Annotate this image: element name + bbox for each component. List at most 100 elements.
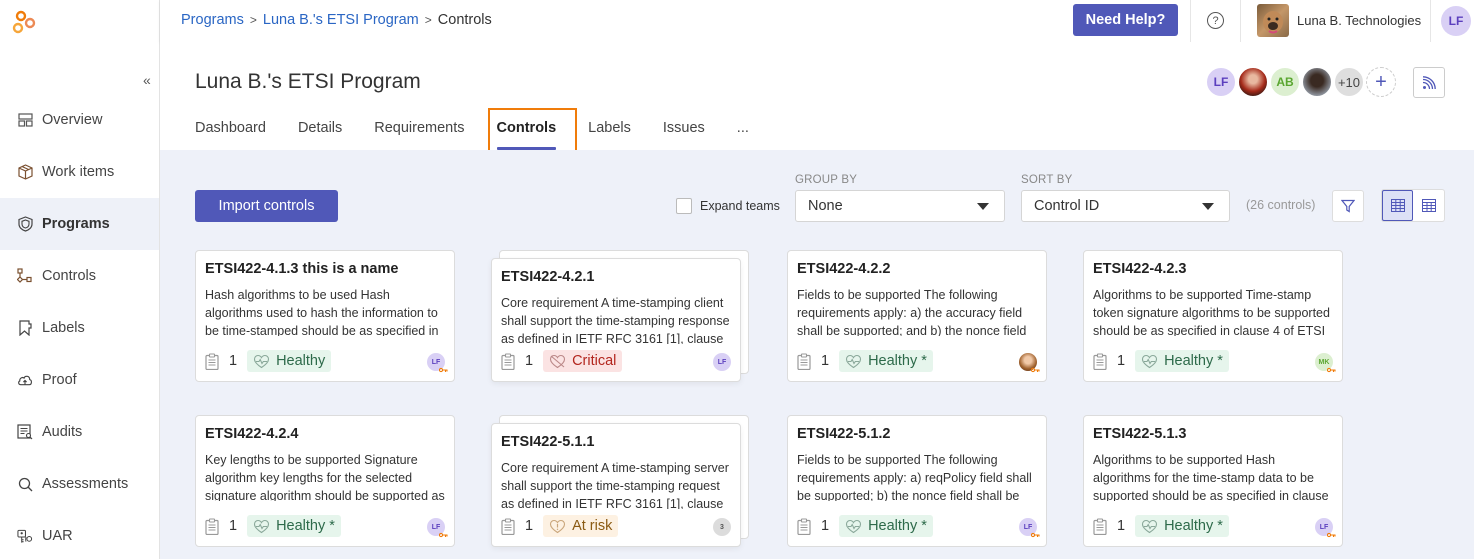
- control-id: ETSI422-5.1.3: [1093, 426, 1187, 442]
- owner-avatar[interactable]: LF: [427, 518, 448, 538]
- control-card[interactable]: ETSI422-4.1.3 this is a name Hash algori…: [195, 250, 455, 382]
- sidebar-item-labels[interactable]: Labels: [0, 302, 159, 354]
- owner-initials: LF: [431, 358, 441, 366]
- control-card[interactable]: ETSI422-4.2.3 Algorithms to be supported…: [1083, 250, 1343, 382]
- owner-avatar[interactable]: LF: [713, 353, 731, 371]
- app-logo-icon[interactable]: [11, 9, 39, 37]
- control-card-body[interactable]: ETSI422-4.2.2 Fields to be supported The…: [787, 250, 1047, 382]
- sidebar-item-proof[interactable]: Proof: [0, 354, 159, 406]
- import-controls-button[interactable]: Import controls: [195, 190, 338, 222]
- tab-controls[interactable]: Controls: [496, 120, 556, 150]
- breadcrumb-programs[interactable]: Programs: [181, 12, 244, 28]
- control-card-body[interactable]: ETSI422-5.1.1 Core requirement A time-st…: [491, 423, 741, 547]
- sort-by-select[interactable]: Control ID: [1021, 190, 1230, 222]
- owner-avatar[interactable]: LF: [427, 353, 448, 373]
- owner-avatar[interactable]: 3: [713, 518, 731, 536]
- clipboard-icon: [1093, 352, 1107, 370]
- owner-initials: LF: [431, 523, 441, 531]
- shield-icon: [17, 216, 33, 232]
- owner-avatar[interactable]: [1019, 353, 1040, 373]
- sidebar-item-work-items[interactable]: Work items: [0, 146, 159, 198]
- divider: [1240, 0, 1241, 42]
- member-avatar-photo[interactable]: [1302, 67, 1332, 97]
- control-id: ETSI422-4.2.3: [1093, 261, 1187, 277]
- status-badge: Healthy *: [1135, 515, 1229, 537]
- sort-by-label: SORT BY: [1021, 174, 1073, 186]
- org-name[interactable]: Luna B. Technologies: [1297, 13, 1421, 28]
- owner-avatar[interactable]: LF: [1315, 518, 1336, 538]
- sidebar-item-uar[interactable]: UAR: [0, 510, 159, 559]
- member-avatar[interactable]: AB: [1270, 67, 1300, 97]
- card-view-button[interactable]: [1382, 190, 1413, 221]
- control-card[interactable]: ETSI422-5.1.1 Core requirement A time-st…: [491, 415, 751, 547]
- breadcrumb: Programs > Luna B.'s ETSI Program > Controls: [181, 12, 492, 28]
- key-access-icon: [17, 528, 33, 544]
- member-avatar-photo[interactable]: [1238, 67, 1268, 97]
- control-card[interactable]: ETSI422-4.2.2 Fields to be supported The…: [787, 250, 1047, 382]
- sidebar-item-overview[interactable]: Overview: [0, 94, 159, 146]
- feed-button[interactable]: [1413, 67, 1445, 98]
- expand-teams-toggle[interactable]: Expand teams: [676, 198, 780, 214]
- owner-avatar[interactable]: LF: [1019, 518, 1040, 538]
- tab-more[interactable]: ...: [737, 120, 749, 150]
- status-badge: Healthy *: [1135, 350, 1229, 372]
- sidebar-nav: Overview Work items Programs Controls La…: [0, 94, 159, 559]
- control-card-body[interactable]: ETSI422-5.1.3 Algorithms to be supported…: [1083, 415, 1343, 547]
- clipboard-icon: [501, 352, 515, 370]
- key-icon: [1327, 367, 1336, 373]
- user-avatar[interactable]: LF: [1441, 6, 1471, 36]
- clipboard-icon: [501, 517, 515, 535]
- status-badge: Healthy *: [839, 515, 933, 537]
- tab-details[interactable]: Details: [298, 120, 342, 150]
- add-member-button[interactable]: +: [1366, 67, 1396, 97]
- bookmark-icon: [17, 320, 33, 336]
- control-card-body[interactable]: ETSI422-4.1.3 this is a name Hash algori…: [195, 250, 455, 382]
- sidebar-item-assessments[interactable]: Assessments: [0, 458, 159, 510]
- control-card-body[interactable]: ETSI422-5.1.2 Fields to be supported The…: [787, 415, 1047, 547]
- page-title: Luna B.'s ETSI Program: [195, 70, 421, 93]
- group-by-select[interactable]: None: [795, 190, 1005, 222]
- expand-teams-label: Expand teams: [700, 199, 780, 213]
- key-icon: [1031, 532, 1040, 538]
- more-members-button[interactable]: +10: [1334, 67, 1364, 97]
- expand-teams-checkbox[interactable]: [676, 198, 692, 214]
- tab-issues[interactable]: Issues: [663, 120, 705, 150]
- control-card-body[interactable]: ETSI422-4.2.1 Core requirement A time-st…: [491, 258, 741, 382]
- collapse-sidebar-icon[interactable]: «: [143, 72, 151, 88]
- control-card[interactable]: ETSI422-5.1.3 Algorithms to be supported…: [1083, 415, 1343, 547]
- clipboard-icon: [1093, 517, 1107, 535]
- sidebar-item-label: UAR: [42, 528, 73, 544]
- sidebar-item-audits[interactable]: Audits: [0, 406, 159, 458]
- control-card-body[interactable]: ETSI422-4.2.4 Key lengths to be supporte…: [195, 415, 455, 547]
- control-id: ETSI422-5.1.1: [501, 434, 595, 450]
- help-question-icon[interactable]: ?: [1207, 12, 1224, 29]
- table-view-button[interactable]: [1413, 190, 1444, 221]
- tab-dashboard[interactable]: Dashboard: [195, 120, 266, 150]
- sidebar-item-controls[interactable]: Controls: [0, 250, 159, 302]
- clipboard-icon: [205, 517, 219, 535]
- owner-avatar[interactable]: MK: [1315, 353, 1336, 373]
- member-avatar[interactable]: LF: [1206, 67, 1236, 97]
- evidence-count: 1: [229, 353, 238, 369]
- control-card[interactable]: ETSI422-4.2.4 Key lengths to be supporte…: [195, 415, 455, 547]
- need-help-button[interactable]: Need Help?: [1073, 4, 1178, 36]
- org-avatar[interactable]: [1257, 4, 1289, 37]
- key-icon: [1031, 367, 1040, 373]
- breadcrumb-program[interactable]: Luna B.'s ETSI Program: [263, 12, 419, 28]
- control-card[interactable]: ETSI422-5.1.2 Fields to be supported The…: [787, 415, 1047, 547]
- sidebar-item-label: Work items: [42, 164, 115, 180]
- tab-labels[interactable]: Labels: [588, 120, 631, 150]
- control-card[interactable]: ETSI422-4.2.1 Core requirement A time-st…: [491, 250, 751, 382]
- divider: [1430, 0, 1431, 42]
- status-label: Critical: [572, 353, 617, 369]
- control-description: Core requirement A time-stamping client …: [501, 296, 730, 344]
- group-by-value: None: [808, 198, 843, 214]
- heartbeat-icon: [254, 354, 270, 368]
- tab-requirements[interactable]: Requirements: [374, 120, 464, 150]
- control-id: ETSI422-4.2.2: [797, 261, 891, 277]
- control-card-body[interactable]: ETSI422-4.2.3 Algorithms to be supported…: [1083, 250, 1343, 382]
- program-tabs: Dashboard Details Requirements Controls …: [195, 120, 781, 150]
- sidebar-item-programs[interactable]: Programs: [0, 198, 159, 250]
- filter-button[interactable]: [1332, 190, 1364, 222]
- cloud-upload-icon: [17, 372, 33, 388]
